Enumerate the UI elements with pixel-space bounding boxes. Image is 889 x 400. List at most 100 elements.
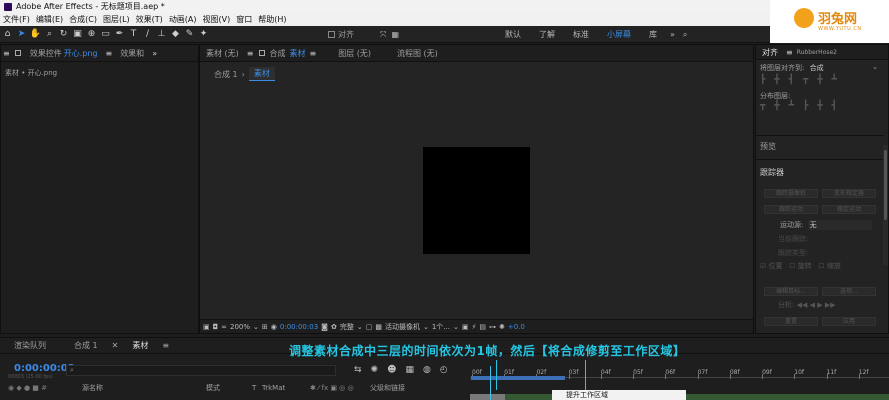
roto-brush-icon[interactable]: ✎ <box>183 28 196 41</box>
distribute-hcenter-icon[interactable]: ╋ <box>817 101 825 111</box>
exposure-value[interactable]: +0.0 <box>508 323 525 331</box>
tab-close-icon[interactable]: ✕ <box>112 341 119 350</box>
menu-edit[interactable]: 编辑(E) <box>33 14 66 25</box>
menu-animation[interactable]: 动画(A) <box>166 14 200 25</box>
align-to-select[interactable]: 合成 <box>810 64 824 72</box>
pixel-aspect-icon[interactable]: ▣ <box>462 323 469 331</box>
align-bottom-icon[interactable]: ┻ <box>831 75 839 85</box>
options-button[interactable]: 选项... <box>822 287 876 296</box>
workspace-standard[interactable]: 标准 <box>564 29 598 40</box>
reset-button[interactable]: 重置 <box>764 317 818 326</box>
dropdown-arrow-icon[interactable]: ⌄ <box>453 323 459 331</box>
menu-composition[interactable]: 合成(C) <box>66 14 100 25</box>
binoculars-icon[interactable]: ∞ <box>221 323 227 331</box>
distribute-left-icon[interactable]: ┣ <box>803 101 811 111</box>
rotate-icon[interactable]: ↻ <box>57 28 70 41</box>
camera-select[interactable]: 活动摄像机 <box>385 322 420 332</box>
resolution-select[interactable]: 完整 <box>340 322 354 332</box>
tab-close-icon[interactable]: ≡ <box>103 49 114 58</box>
rotation-checkbox[interactable]: ☐ <box>789 262 795 270</box>
dropdown-arrow-icon[interactable]: ⌄ <box>253 323 259 331</box>
align-left-icon[interactable]: ┣ <box>760 75 768 85</box>
camera-snapshot-icon[interactable]: ◉ <box>271 323 277 331</box>
shy-layers-icon[interactable]: ☻ <box>387 365 396 375</box>
dropdown-arrow-icon[interactable]: ⌄ <box>872 63 878 71</box>
distribute-vcenter-icon[interactable]: ╋ <box>774 101 782 111</box>
timeline-icon[interactable]: ▤ <box>479 323 486 331</box>
warp-stabilizer-button[interactable]: 变形稳定器 <box>822 189 876 198</box>
lock-icon[interactable] <box>14 50 21 56</box>
dropdown-arrow-icon[interactable]: ⌄ <box>423 323 429 331</box>
menu-view[interactable]: 视图(V) <box>200 14 234 25</box>
tab-composition-name[interactable]: 素材 <box>288 48 308 59</box>
distribute-right-icon[interactable]: ┫ <box>831 101 839 111</box>
analyze-back-frame-icon[interactable]: ◀ <box>810 301 815 309</box>
analyze-forward-frame-icon[interactable]: ▶ <box>817 301 822 309</box>
apply-button[interactable]: 应用 <box>822 317 876 326</box>
snapshot-icon[interactable]: ◙ <box>321 323 328 331</box>
workspace-libraries[interactable]: 库 <box>640 29 666 40</box>
align-checkbox[interactable] <box>328 31 335 38</box>
zoom-icon[interactable]: ⌕ <box>43 28 56 41</box>
grid-icon[interactable]: ▦ <box>392 30 400 39</box>
menu-layer[interactable]: 图层(L) <box>100 14 133 25</box>
tab-effect-controls-file[interactable]: 开心.png <box>64 48 104 59</box>
graph-editor-icon[interactable]: ◴ <box>440 365 448 375</box>
edit-target-button[interactable]: 编辑目标... <box>764 287 818 296</box>
playhead[interactable] <box>490 366 491 400</box>
pan-behind-icon[interactable]: ⊕ <box>85 28 98 41</box>
preview-section-label[interactable]: 预览 <box>756 141 884 152</box>
tabs-overflow-icon[interactable]: » <box>150 49 159 58</box>
composition-canvas[interactable] <box>423 147 530 254</box>
panel-menu-icon[interactable]: ≡ <box>1 49 12 58</box>
tracker-section-label[interactable]: 跟踪器 <box>756 167 884 178</box>
panel-menu-icon[interactable]: ≡ <box>784 48 795 57</box>
workspace-default[interactable]: 默认 <box>496 29 530 40</box>
track-motion-button[interactable]: 跟踪运动 <box>764 205 818 214</box>
current-time-display[interactable]: 0:00:00:03 <box>280 323 318 331</box>
motion-source-select[interactable]: 无 <box>807 220 872 230</box>
column-source-name[interactable]: 源名称 <box>82 383 206 393</box>
panel-menu-icon[interactable]: ≡ <box>245 49 256 58</box>
puppet-pin-icon[interactable]: ✦ <box>197 28 210 41</box>
view-layout-select[interactable]: 1个... <box>432 322 450 332</box>
menu-effect[interactable]: 效果(T) <box>133 14 166 25</box>
grid-toggle-icon[interactable]: ⊞ <box>262 323 268 331</box>
timeline-search-input[interactable]: ⌕ <box>66 365 336 376</box>
eraser-icon[interactable]: ◆ <box>169 28 182 41</box>
align-toggle[interactable]: 对齐 <box>328 26 354 43</box>
region-of-interest-icon[interactable]: ▢ <box>366 323 373 331</box>
right-panel-scrollbar[interactable] <box>883 145 888 265</box>
zoom-select[interactable]: 200% <box>230 323 250 331</box>
show-channel-icon[interactable]: ✿ <box>331 323 337 331</box>
snap-icon[interactable]: ⤧ <box>380 30 386 40</box>
mask-icon[interactable]: ◘ <box>213 323 219 331</box>
align-vcenter-icon[interactable]: ╋ <box>817 75 825 85</box>
dropdown-arrow-icon[interactable]: ⌄ <box>357 323 363 331</box>
draft-3d-icon[interactable]: ✺ <box>371 365 379 375</box>
align-top-icon[interactable]: ┳ <box>803 75 811 85</box>
motion-blur-icon[interactable]: ◍ <box>423 365 431 375</box>
tab-footage-none[interactable]: 素材 (无) <box>200 48 245 59</box>
menu-help[interactable]: 帮助(H) <box>255 14 289 25</box>
hand-icon[interactable]: ✋ <box>29 28 42 41</box>
column-mode[interactable]: 模式 <box>206 383 252 393</box>
breadcrumb-footage[interactable]: 素材 <box>248 67 275 81</box>
column-parent-link[interactable]: 父级和链接 <box>370 383 405 393</box>
workspace-menu-icon[interactable]: » <box>666 30 679 39</box>
home-icon[interactable]: ⌂ <box>1 28 14 41</box>
workspace-learn[interactable]: 了解 <box>530 29 564 40</box>
workspace-small-screen[interactable]: 小屏幕 <box>598 29 640 40</box>
tab-flowchart-none[interactable]: 流程图 (无) <box>377 48 444 59</box>
tab-layer-none[interactable]: 图层 (无) <box>318 48 377 59</box>
tab-rubberhose[interactable]: RubberHose2 <box>795 49 839 56</box>
position-checkbox[interactable]: ☑ <box>760 262 766 270</box>
tab-composition[interactable]: 合成 <box>268 48 288 59</box>
pen-icon[interactable]: ✒ <box>113 28 126 41</box>
column-track-matte[interactable]: TrkMat <box>262 384 310 392</box>
scrollbar-thumb[interactable] <box>884 150 887 220</box>
analyze-back-icon[interactable]: ◀◀ <box>797 301 808 309</box>
transparency-grid-icon[interactable]: ▩ <box>375 323 382 331</box>
tab-align[interactable]: 对齐 <box>756 47 784 58</box>
tab-footage-timeline[interactable]: 素材 <box>118 340 162 351</box>
